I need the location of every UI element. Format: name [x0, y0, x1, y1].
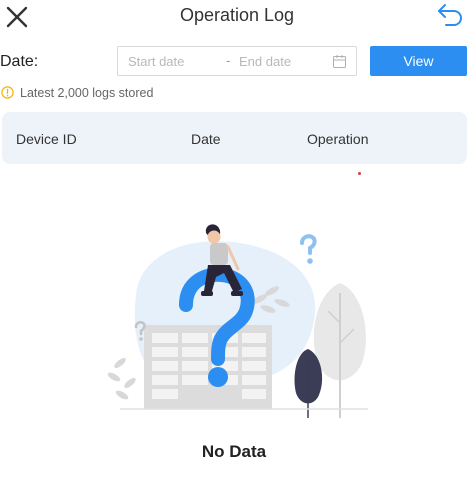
storage-notice: Latest 2,000 logs stored	[20, 86, 154, 100]
table-header: Device ID Date Operation	[2, 112, 467, 164]
undo-arrow-icon	[438, 4, 462, 26]
info-circle-icon	[1, 86, 14, 99]
start-date-input[interactable]	[128, 51, 218, 71]
date-range-separator: -	[226, 53, 231, 68]
page-title: Operation Log	[179, 5, 295, 25]
end-date-input[interactable]	[239, 51, 327, 71]
date-label: Date:	[0, 53, 39, 70]
date-range-picker[interactable]: -	[117, 46, 357, 76]
red-dot	[358, 172, 361, 175]
column-header-operation: Operation	[307, 131, 369, 147]
view-button[interactable]: View	[370, 46, 467, 76]
back-button[interactable]	[436, 2, 464, 28]
empty-state-text: No Data	[201, 442, 267, 461]
column-header-date: Date	[191, 131, 221, 147]
empty-state-illustration	[107, 224, 368, 418]
calendar-icon	[333, 55, 346, 68]
column-header-device-id: Device ID	[16, 131, 77, 147]
